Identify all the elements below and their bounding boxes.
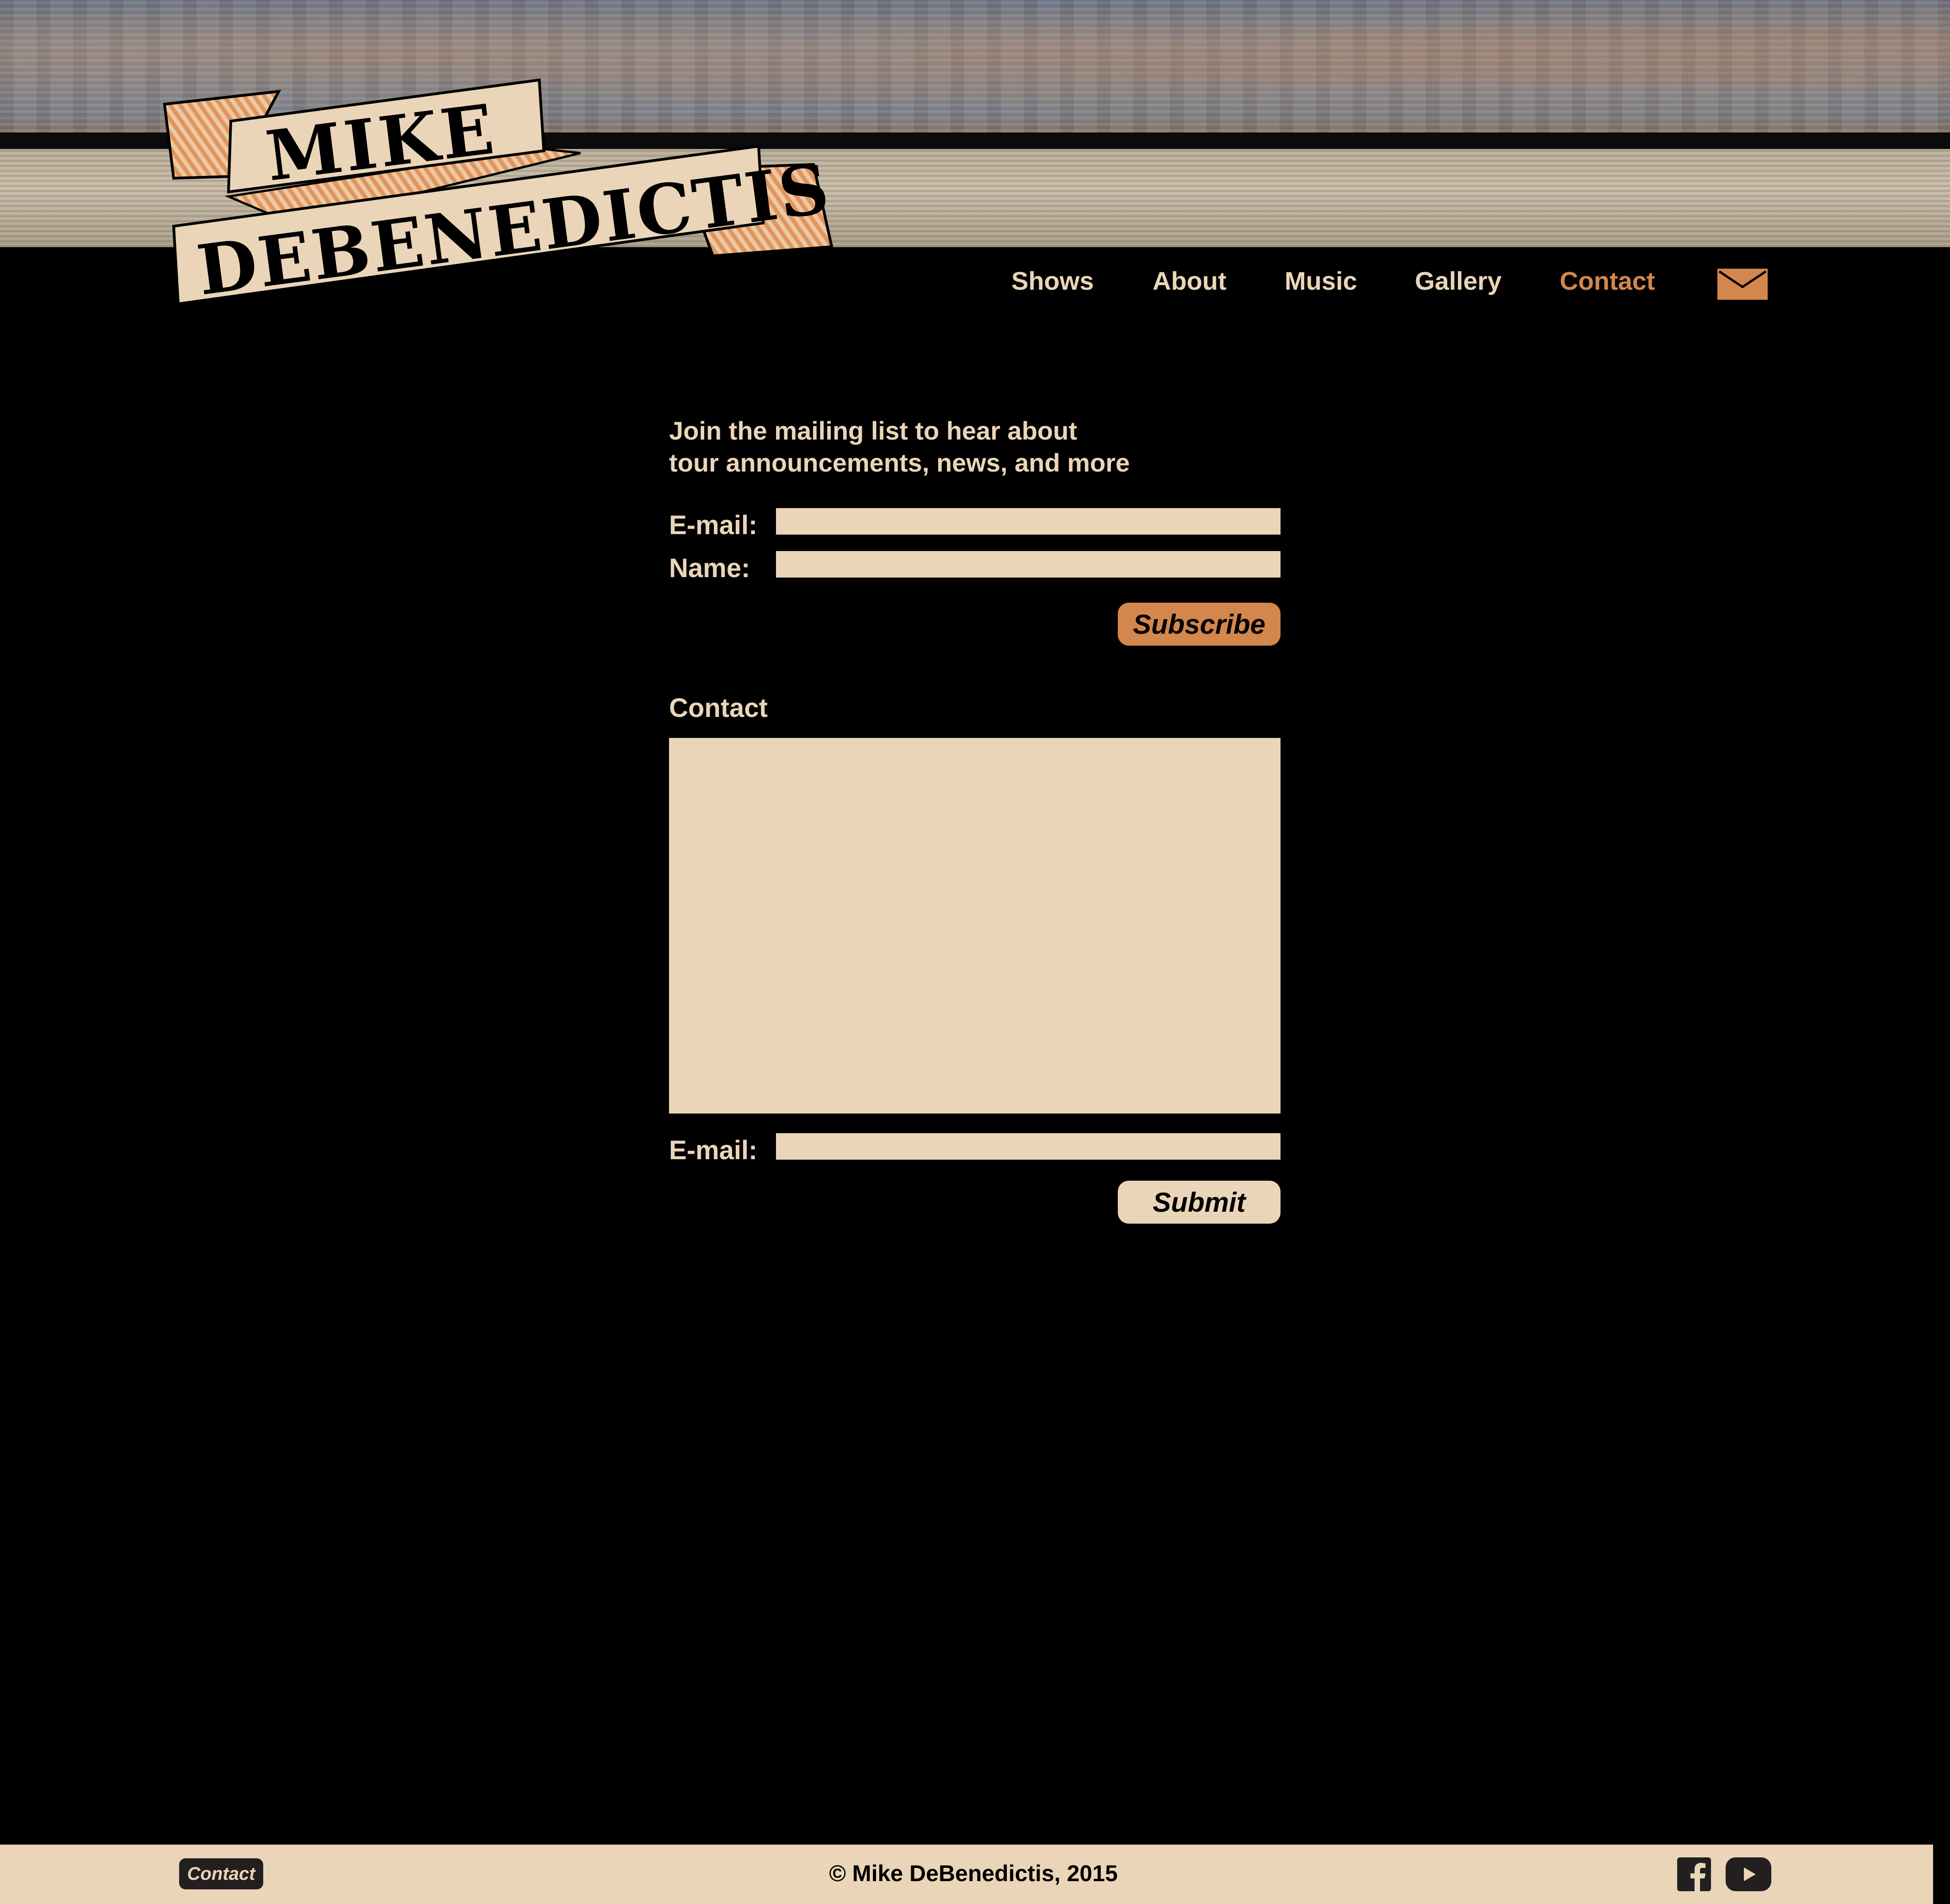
- nav-item-music[interactable]: Music: [1285, 266, 1357, 296]
- mailing-intro-line2: tour announcements, news, and more: [669, 448, 1130, 477]
- main-nav: Shows About Music Gallery Contact: [0, 266, 1950, 302]
- contact-email-field[interactable]: [776, 1133, 1281, 1160]
- facebook-icon[interactable]: [1677, 1857, 1711, 1891]
- mailing-email-label: E-mail:: [669, 510, 758, 540]
- mailing-intro-line1: Join the mailing list to hear about: [669, 416, 1077, 445]
- contact-message-field[interactable]: [669, 738, 1281, 1114]
- mailing-name-field[interactable]: [776, 551, 1281, 578]
- submit-button[interactable]: Submit: [1118, 1181, 1281, 1224]
- copyright-text: © Mike DeBenedictis, 2015: [829, 1861, 1118, 1886]
- contact-heading: Contact: [669, 693, 768, 723]
- nav-item-shows[interactable]: Shows: [1011, 266, 1094, 296]
- contact-email-label: E-mail:: [669, 1135, 758, 1165]
- mailing-email-field[interactable]: [776, 508, 1281, 535]
- nav-item-contact[interactable]: Contact: [1560, 266, 1655, 296]
- subscribe-button[interactable]: Subscribe: [1118, 603, 1281, 646]
- nav-item-gallery[interactable]: Gallery: [1415, 266, 1502, 296]
- envelope-icon[interactable]: [1717, 269, 1768, 300]
- youtube-icon[interactable]: [1726, 1857, 1771, 1891]
- nav-item-about[interactable]: About: [1153, 266, 1227, 296]
- mailing-name-label: Name:: [669, 553, 750, 583]
- mailing-intro: Join the mailing list to hear about tour…: [669, 415, 1130, 479]
- site-footer: Contact © Mike DeBenedictis, 2015: [0, 1845, 1933, 1904]
